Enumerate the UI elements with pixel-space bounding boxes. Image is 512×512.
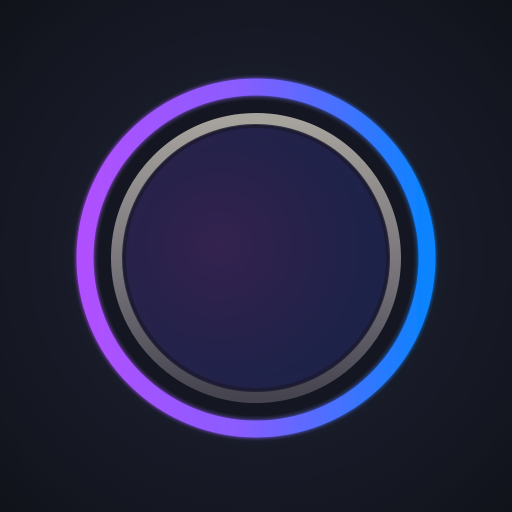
center-core <box>134 136 378 380</box>
app-icon <box>0 0 512 512</box>
app-icon-canvas <box>0 0 512 512</box>
